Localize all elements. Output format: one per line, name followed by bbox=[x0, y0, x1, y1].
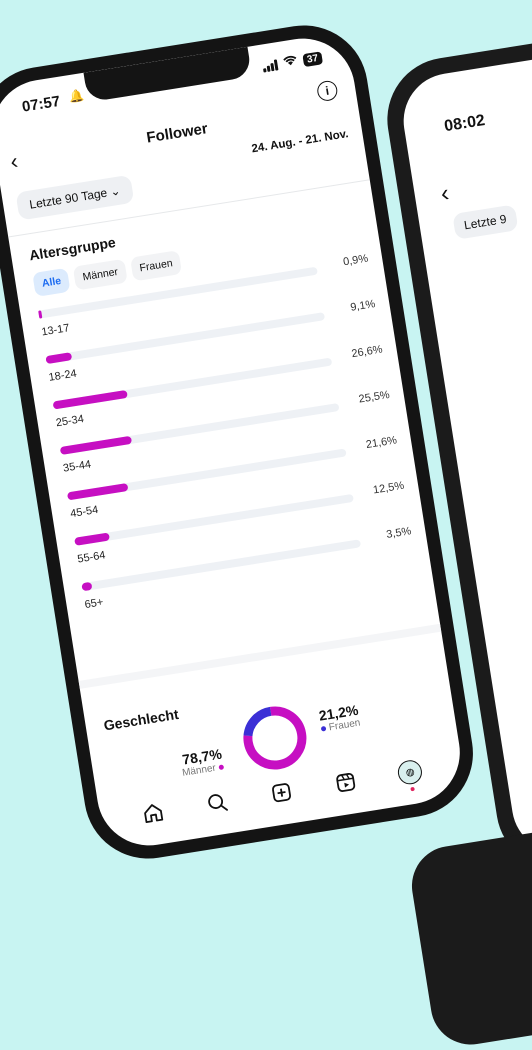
age-label: 35-44 bbox=[62, 458, 92, 475]
avatar: ◍ bbox=[396, 758, 425, 786]
notch bbox=[83, 46, 253, 103]
age-label: 55-64 bbox=[76, 549, 107, 566]
section-divider bbox=[78, 623, 442, 689]
age-percent: 9,1% bbox=[349, 298, 377, 314]
signal-icon bbox=[262, 58, 279, 73]
notification-dot bbox=[410, 786, 416, 792]
range-label: Letzte 90 Tage bbox=[28, 185, 109, 212]
status-icons: 37 bbox=[262, 50, 324, 73]
women-dot bbox=[320, 725, 327, 732]
bell-icon: 🔔 bbox=[68, 88, 86, 105]
create-icon[interactable] bbox=[267, 778, 297, 808]
age-percent: 0,9% bbox=[342, 252, 369, 269]
status-time: 07:57 bbox=[20, 92, 62, 116]
age-bar bbox=[81, 581, 93, 592]
age-label: 13-17 bbox=[40, 322, 71, 339]
home-icon[interactable] bbox=[138, 798, 168, 828]
search-icon[interactable] bbox=[202, 788, 232, 818]
age-label: 45-54 bbox=[69, 503, 100, 521]
age-section-title: Altersgruppe bbox=[28, 233, 117, 264]
age-label: 25-34 bbox=[55, 413, 85, 430]
age-label: 18-24 bbox=[47, 367, 78, 384]
reels-icon[interactable] bbox=[331, 768, 361, 798]
age-label: 65+ bbox=[83, 596, 105, 612]
second-phone-time: 08:02 bbox=[443, 111, 487, 136]
age-percent: 3,5% bbox=[385, 525, 413, 541]
third-phone bbox=[406, 805, 532, 1050]
second-phone-back-icon: ‹ bbox=[438, 179, 451, 208]
tab-frauen[interactable]: Frauen bbox=[129, 250, 183, 282]
tab-maenner[interactable]: Männer bbox=[72, 258, 128, 291]
age-bar bbox=[38, 310, 43, 319]
chevron-down-icon: ⌄ bbox=[109, 183, 122, 199]
tab-alle[interactable]: Alle bbox=[32, 267, 71, 297]
wifi-icon bbox=[282, 54, 298, 70]
gender-section-title: Geschlecht bbox=[102, 705, 180, 734]
gender-women: 21,2% Frauen bbox=[318, 702, 361, 735]
men-dot bbox=[218, 764, 225, 771]
second-phone-range-pill: Letzte 9 bbox=[452, 204, 519, 240]
age-bar-list: 0,9% 13-17 9,1% 18-24 26,6% 25-34 25,5% 35-44 21… bbox=[38, 253, 418, 629]
profile-avatar[interactable]: ◍ bbox=[395, 757, 425, 792]
battery-icon: 37 bbox=[302, 50, 324, 67]
